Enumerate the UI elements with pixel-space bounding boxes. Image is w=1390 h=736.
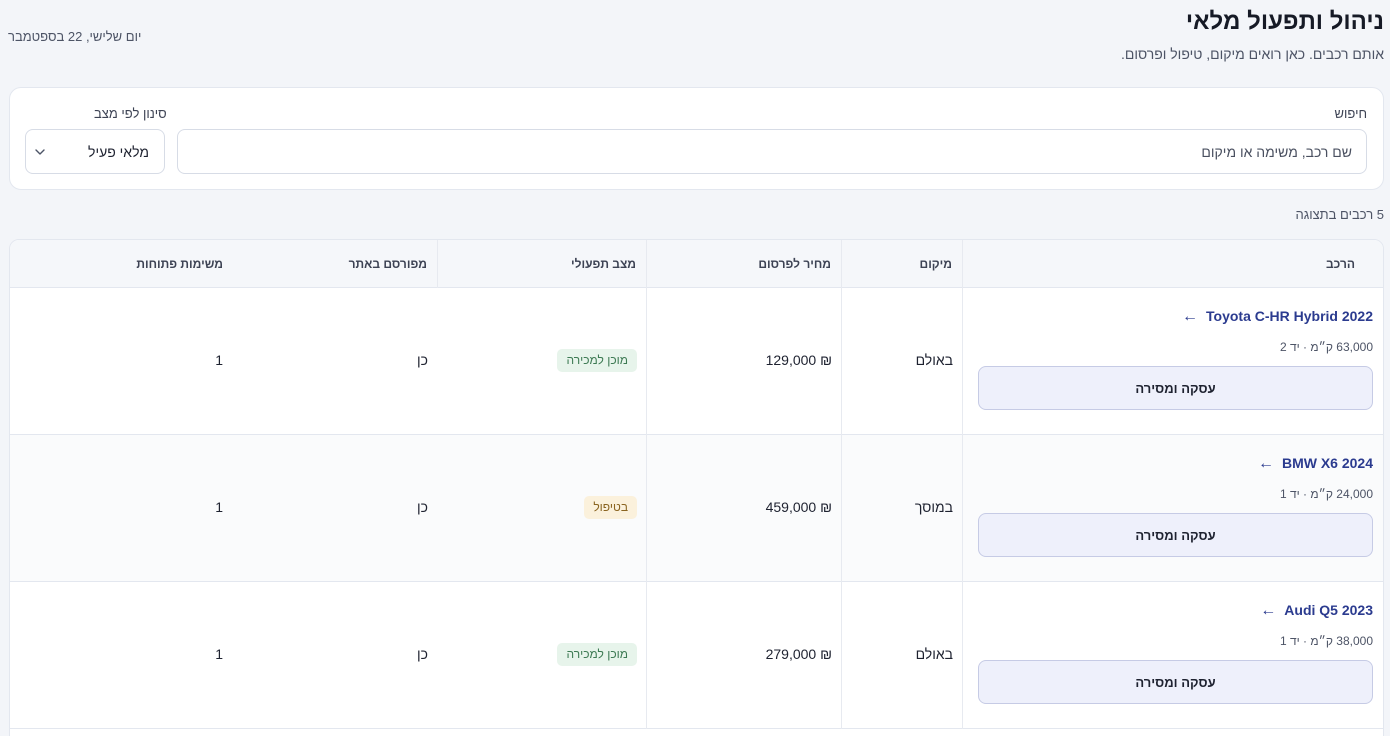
vehicle-meta: 63,000 ק״מ · יד 2 — [1279, 340, 1373, 354]
deal-delivery-button[interactable]: עסקה ומסירה — [978, 366, 1373, 410]
arrow-left-icon: ← — [1257, 455, 1274, 472]
status-filter-label: סינון לפי מצב — [94, 106, 167, 121]
filter-panel: חיפוש סינון לפי מצב מלאי פעיל — [9, 87, 1384, 190]
vehicle-link[interactable]: BMW X6 2024← — [1258, 455, 1373, 473]
column-header-published[interactable]: מפורסם באתר — [349, 240, 427, 288]
page-subtitle: אותם רכבים. כאן רואים מיקום, טיפול ופרסו… — [1120, 46, 1384, 62]
table-row: Toyota C-HR Hybrid 2022← 63,000 ק״מ · יד… — [10, 288, 1383, 435]
search-label: חיפוש — [1334, 106, 1367, 121]
vehicle-price: ₪ 279,000 — [765, 646, 832, 662]
deal-delivery-button[interactable]: עסקה ומסירה — [978, 660, 1373, 704]
search-input[interactable] — [177, 129, 1367, 174]
status-filter-select[interactable]: מלאי פעיל — [25, 129, 165, 174]
column-header-status[interactable]: מצב תפעולי — [571, 240, 636, 288]
status-badge: בטיפול — [584, 496, 637, 519]
vehicle-price: ₪ 129,000 — [765, 352, 832, 368]
vehicle-link[interactable]: Audi Q5 2023← — [1260, 602, 1373, 620]
vehicle-link[interactable]: Toyota C-HR Hybrid 2022← — [1182, 308, 1373, 326]
column-header-location[interactable]: מיקום — [920, 240, 952, 288]
deal-delivery-button[interactable]: עסקה ומסירה — [978, 513, 1373, 557]
table-row: BMW X6 2024← 24,000 ק״מ · יד 1 עסקה ומסי… — [10, 435, 1383, 582]
vehicle-location: באולם — [915, 646, 953, 662]
open-tasks-count: 1 — [215, 646, 223, 662]
published-status: כן — [417, 646, 428, 662]
column-header-price[interactable]: מחיר לפרסום — [758, 240, 831, 288]
vehicle-meta: 38,000 ק״מ · יד 1 — [1279, 634, 1373, 648]
vehicle-meta: 24,000 ק״מ · יד 1 — [1279, 487, 1373, 501]
status-filter-value: מלאי פעיל — [88, 144, 149, 160]
arrow-left-icon: ← — [1182, 308, 1198, 325]
column-divider — [962, 240, 963, 729]
arrow-left-icon: ← — [1260, 602, 1277, 619]
current-date: יום שלישי, 22 בספטמבר — [8, 29, 142, 44]
page-title: ניהול ותפעול מלאי — [1185, 8, 1384, 35]
column-divider — [646, 240, 647, 729]
column-divider — [841, 240, 842, 729]
chevron-down-icon — [35, 149, 45, 155]
results-count: 5 רכבים בתצוגה — [1295, 207, 1384, 222]
page-header: ניהול ותפעול מלאי אותם רכבים. כאן רואים … — [0, 0, 1390, 80]
status-badge: מוכן למכירה — [557, 349, 637, 372]
column-header-open-tasks[interactable]: משימות פתוחות — [136, 240, 223, 288]
open-tasks-count: 1 — [215, 499, 223, 515]
vehicle-price: ₪ 459,000 — [765, 499, 832, 515]
status-badge: מוכן למכירה — [557, 643, 637, 666]
column-header-vehicle[interactable]: הרכב — [1326, 240, 1355, 288]
table-header: הרכב מיקום מחיר לפרסום מצב תפעולי מפורסם… — [10, 240, 1383, 288]
column-divider — [437, 240, 438, 288]
open-tasks-count: 1 — [215, 352, 223, 368]
published-status: כן — [417, 499, 428, 515]
vehicles-table: הרכב מיקום מחיר לפרסום מצב תפעולי מפורסם… — [9, 239, 1384, 736]
vehicle-location: באולם — [915, 352, 953, 368]
vehicle-location: במוסך — [914, 499, 953, 515]
table-row: Audi Q5 2023← 38,000 ק״מ · יד 1 עסקה ומס… — [10, 582, 1383, 729]
published-status: כן — [417, 352, 428, 368]
